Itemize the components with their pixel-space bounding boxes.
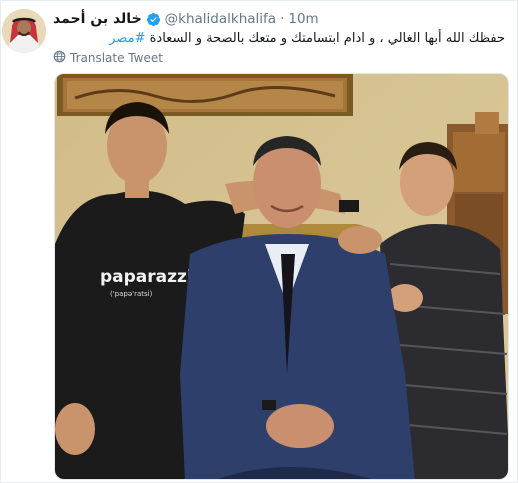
verified-badge-icon <box>146 12 161 27</box>
author-handle[interactable]: @khalidalkhalifa <box>165 11 276 27</box>
avatar[interactable] <box>2 9 46 53</box>
tweet-card: خالد بن أحمد @khalidalkhalifa · 10m حفظك… <box>0 0 518 483</box>
tweet-timestamp[interactable]: 10m <box>288 11 318 27</box>
photo-image: paparazzi ('papə'ratsi) <box>55 74 508 479</box>
avatar-image <box>2 9 46 53</box>
tweet-text: حفظك الله أبها الغالي ، و ادام ابتسامتك … <box>53 31 505 47</box>
shirt-subtext: ('papə'ratsi) <box>110 290 153 298</box>
translate-label: Translate Tweet <box>70 51 163 65</box>
hashtag-link[interactable]: #مصر <box>109 31 145 46</box>
author-name[interactable]: خالد بن أحمد <box>53 11 142 27</box>
globe-icon <box>53 50 66 66</box>
translate-tweet-link[interactable]: Translate Tweet <box>53 50 163 66</box>
tweet-text-body: حفظك الله أبها الغالي ، و ادام ابتسامتك … <box>149 31 505 46</box>
shirt-text: paparazzi <box>100 267 193 287</box>
tweet-header: خالد بن أحمد @khalidalkhalifa · 10m <box>53 10 509 28</box>
separator-dot: · <box>280 11 285 27</box>
tweet-photo[interactable]: paparazzi ('papə'ratsi) <box>54 73 509 480</box>
